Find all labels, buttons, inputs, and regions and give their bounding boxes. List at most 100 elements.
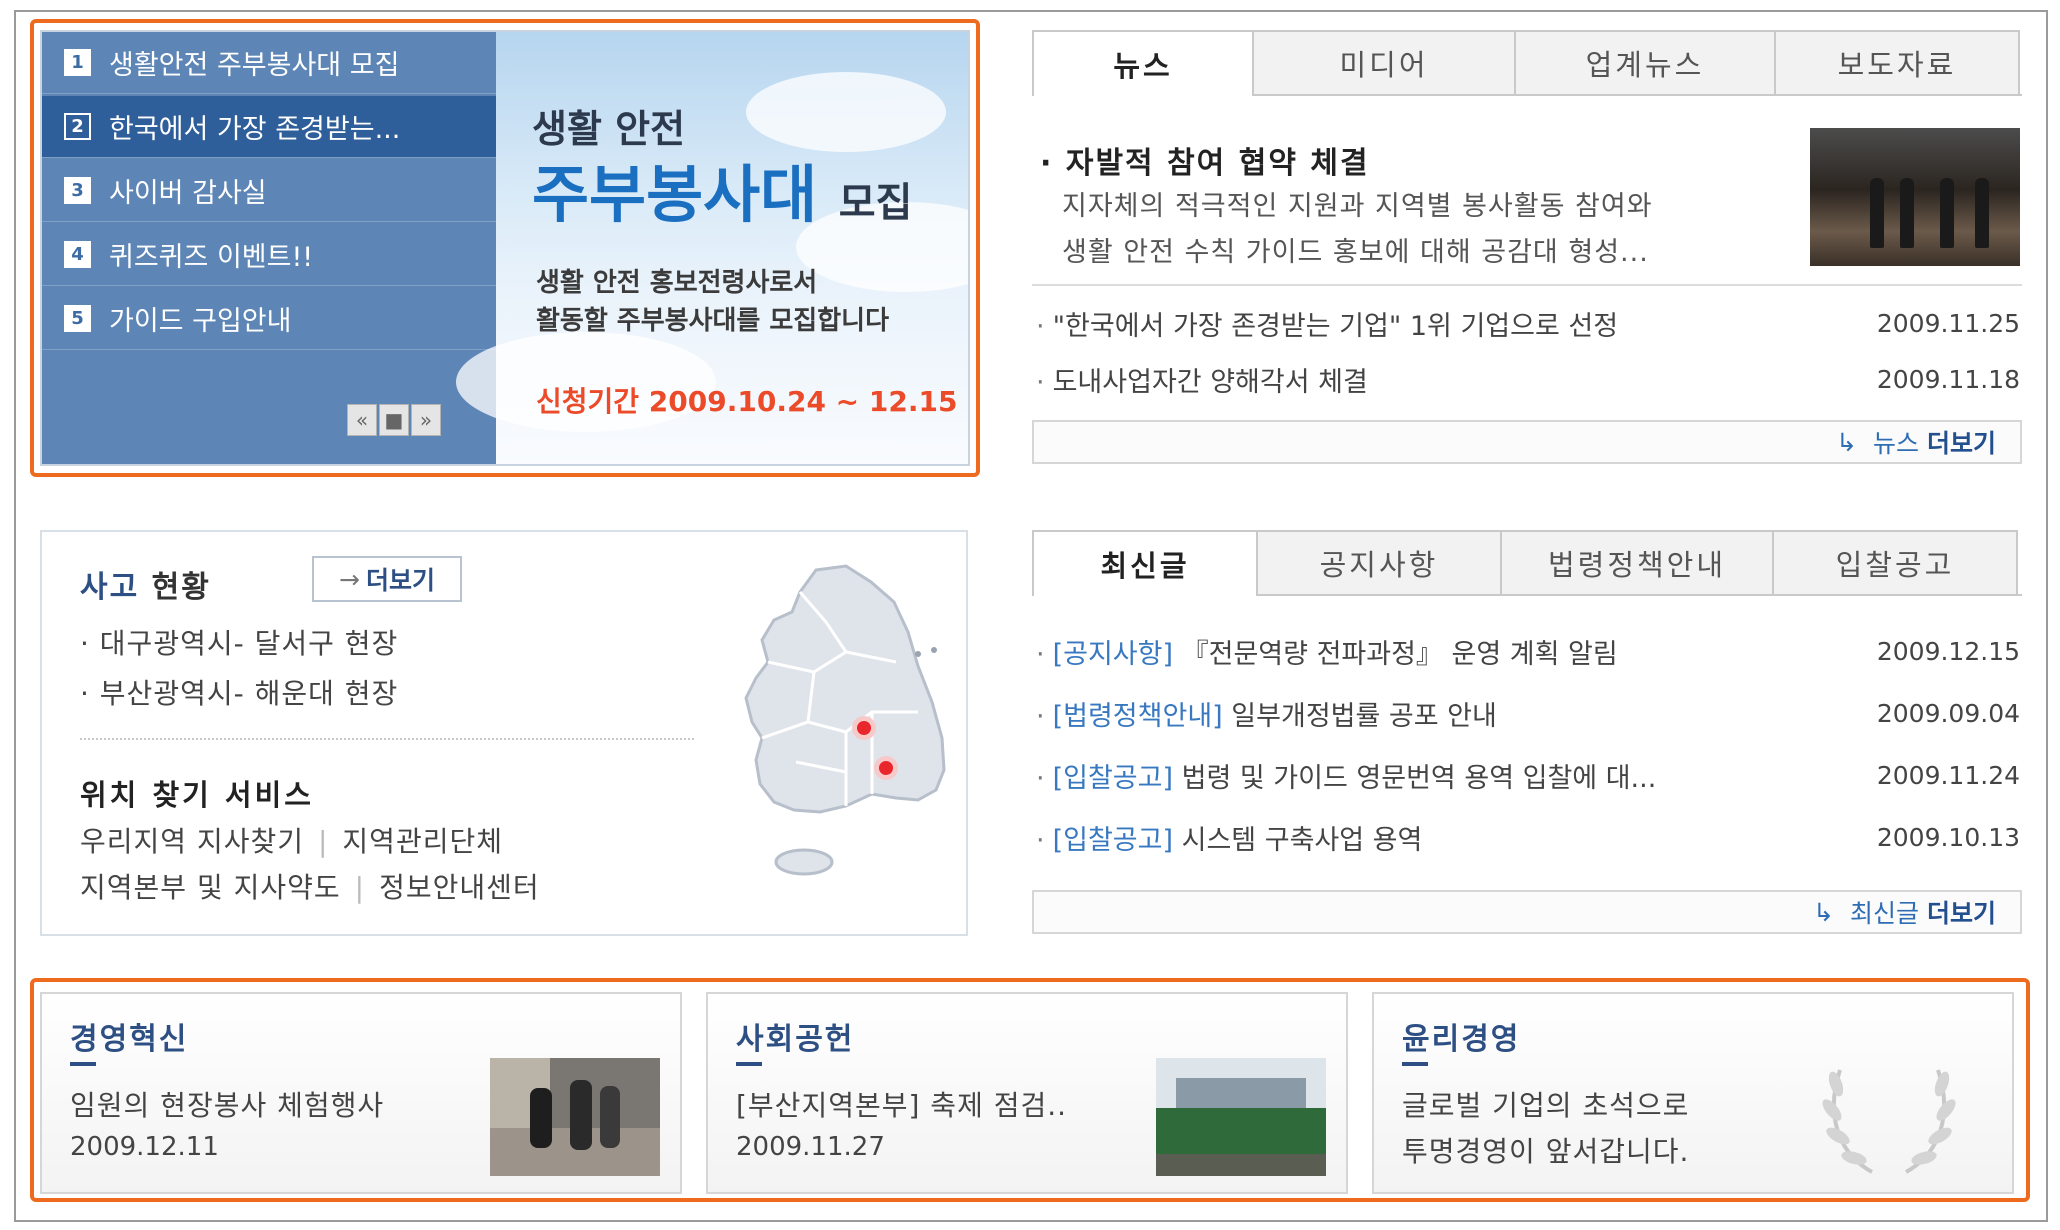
tab-bidding[interactable]: 입찰공고 xyxy=(1772,530,2018,594)
latest-item-date: 2009.10.13 xyxy=(1876,823,2020,852)
banner-headline-suffix: 모집 xyxy=(838,180,913,226)
link-branch-map[interactable]: 지역본부 및 지사약도 xyxy=(80,871,341,904)
accident-item-2[interactable]: · 부산광역시- 해운대 현장 xyxy=(80,672,398,712)
list-item-title-wrap: · [입찰공고] 법령 및 가이드 영문번역 용역 입찰에 대... xyxy=(1036,756,1656,795)
banner-menu-label: 사이버 감사실 xyxy=(109,178,267,209)
news-list-item[interactable]: · 도내사업자간 양해각서 체결 2009.11.18 xyxy=(1036,360,2020,399)
card-title: 윤리경영 xyxy=(1402,1022,1521,1057)
latest-item-title: 『전문역량 전파과정』 운영 계획 알림 xyxy=(1181,639,1618,670)
photo-person xyxy=(530,1088,552,1148)
news-list-item[interactable]: · "한국에서 가장 존경받는 기업" 1위 기업으로 선정 2009.11.25 xyxy=(1036,304,2020,343)
banner-menu-label: 퀴즈퀴즈 이벤트!! xyxy=(109,242,314,273)
map-marker-daegu[interactable] xyxy=(857,721,871,735)
banner-menu-item-3[interactable]: 3 사이버 감사실 xyxy=(42,160,496,222)
latest-list-item[interactable]: · [입찰공고] 시스템 구축사업 용역 2009.10.13 xyxy=(1036,818,2020,857)
number-badge: 2 xyxy=(64,113,91,140)
list-item-title-wrap: · [입찰공고] 시스템 구축사업 용역 xyxy=(1036,818,1422,857)
latest-item-title: 법령 및 가이드 영문번역 용역 입찰에 대... xyxy=(1181,763,1657,794)
card-management-innovation[interactable]: 경영혁신 임원의 현장봉사 체험행사 2009.12.11 xyxy=(40,992,682,1194)
accident-more-button[interactable]: → 더보기 xyxy=(312,556,462,602)
location-links-row2: 지역본부 및 지사약도 | 정보안내센터 xyxy=(80,866,540,906)
list-item-title-wrap: · "한국에서 가장 존경받는 기업" 1위 기업으로 선정 xyxy=(1036,304,1618,343)
photo-figure xyxy=(1975,178,1989,248)
latest-more-prefix: 최신글 xyxy=(1849,899,1919,928)
number-badge: 1 xyxy=(64,49,91,76)
accident-more-label: 더보기 xyxy=(365,566,435,595)
news-feature-title[interactable]: · 자발적 참여 협약 체결 xyxy=(1040,138,1370,182)
return-arrow-icon: ↳ xyxy=(1836,427,1857,457)
news-more-bar[interactable]: ↳ 뉴스 더보기 xyxy=(1032,420,2022,464)
return-arrow-icon: ↳ xyxy=(1813,897,1834,927)
map-marker-busan[interactable] xyxy=(879,761,893,775)
separator: | xyxy=(354,871,366,904)
tab-news[interactable]: 뉴스 xyxy=(1032,30,1254,96)
accident-item-1[interactable]: · 대구광역시- 달서구 현장 xyxy=(80,622,398,662)
laurel-leaf xyxy=(1828,1071,1844,1097)
card-photo-group[interactable] xyxy=(1156,1058,1326,1176)
link-find-branch[interactable]: 우리지역 지사찾기 xyxy=(80,825,304,858)
banner-menu-label: 한국에서 가장 존경받는... xyxy=(109,114,401,145)
tab-law-policy[interactable]: 법령정책안내 xyxy=(1500,530,1774,594)
card-title: 사회공헌 xyxy=(736,1022,855,1057)
tab-latest[interactable]: 최신글 xyxy=(1032,530,1258,596)
laurel-leaf xyxy=(1934,1071,1950,1097)
latest-tabs: 최신글 공지사항 법령정책안내 입찰공고 xyxy=(1032,530,2022,596)
tab-media[interactable]: 미디어 xyxy=(1252,30,1516,94)
korea-map[interactable] xyxy=(696,562,956,918)
photo-figure xyxy=(1900,178,1914,248)
tab-industry-news[interactable]: 업계뉴스 xyxy=(1514,30,1776,94)
news-tabs: 뉴스 미디어 업계뉴스 보도자료 xyxy=(1032,30,2022,96)
prev-button[interactable]: « xyxy=(347,404,377,436)
news-feature-photo[interactable] xyxy=(1810,128,2020,266)
latest-more-bar[interactable]: ↳ 최신글 더보기 xyxy=(1032,890,2022,934)
card-text-line2: 투명경영이 앞서갑니다. xyxy=(1402,1135,1690,1168)
latest-item-title: 시스템 구축사업 용역 xyxy=(1181,825,1423,856)
latest-item-title: 일부개정법률 공포 안내 xyxy=(1231,701,1497,732)
promo-banner: 1 생활안전 주부봉사대 모집 2 한국에서 가장 존경받는... 3 사이버 … xyxy=(40,30,970,466)
accident-title-b: 현황 xyxy=(151,570,211,605)
stop-button[interactable]: ■ xyxy=(379,404,409,436)
jeju-island-shape xyxy=(774,848,834,876)
dotted-divider xyxy=(80,738,694,740)
card-photo-volunteer[interactable] xyxy=(490,1058,660,1176)
bullet: · xyxy=(1036,701,1045,732)
latest-list-item[interactable]: · [공지사항] 『전문역량 전파과정』 운영 계획 알림 2009.12.15 xyxy=(1036,632,2020,671)
ulleung-island-shape xyxy=(915,651,921,657)
photo-figure xyxy=(1940,178,1954,248)
location-service-title: 위치 찾기 서비스 xyxy=(80,778,314,812)
latest-item-category: [입찰공고] xyxy=(1052,763,1174,794)
banner-menu-item-2[interactable]: 2 한국에서 가장 존경받는... xyxy=(42,96,496,158)
number-badge: 4 xyxy=(64,241,91,268)
title-underline xyxy=(70,1062,96,1066)
bullet: · xyxy=(1036,825,1045,856)
tab-press-release[interactable]: 보도자료 xyxy=(1774,30,2020,94)
banner-menu-item-1[interactable]: 1 생활안전 주부봉사대 모집 xyxy=(42,32,496,94)
next-button[interactable]: » xyxy=(411,404,441,436)
card-ethics-management[interactable]: 윤리경영 글로벌 기업의 초석으로 투명경영이 앞서갑니다. xyxy=(1372,992,2014,1194)
dokdo-island-shape xyxy=(931,647,937,653)
arrow-right-icon: → xyxy=(339,564,360,594)
card-text: 임원의 현장봉사 체험행사 xyxy=(70,1089,385,1122)
link-info-center[interactable]: 정보안내센터 xyxy=(379,871,540,904)
banner-headline-big: 주부봉사대 모집 xyxy=(532,144,912,234)
news-more-prefix: 뉴스 xyxy=(1872,429,1919,458)
bullet: · xyxy=(1036,311,1045,342)
card-title: 경영혁신 xyxy=(70,1022,189,1057)
banner-menu: 1 생활안전 주부봉사대 모집 2 한국에서 가장 존경받는... 3 사이버 … xyxy=(42,32,496,464)
banner-menu-item-4[interactable]: 4 퀴즈퀴즈 이벤트!! xyxy=(42,224,496,286)
photo-ground xyxy=(1156,1154,1326,1176)
latest-list-item[interactable]: · [법령정책안내] 일부개정법률 공포 안내 2009.09.04 xyxy=(1036,694,2020,733)
list-item-title-wrap: · [공지사항] 『전문역량 전파과정』 운영 계획 알림 xyxy=(1036,632,1618,671)
separator: | xyxy=(317,825,329,858)
tab-notice[interactable]: 공지사항 xyxy=(1256,530,1502,594)
banner-visual[interactable]: 생활 안전 주부봉사대 모집 생활 안전 홍보전령사로서 활동할 주부봉사대를 … xyxy=(456,32,968,464)
card-text: [부산지역본부] 축제 점검.. xyxy=(736,1089,1068,1122)
banner-menu-item-5[interactable]: 5 가이드 구입안내 xyxy=(42,288,496,350)
banner-desc-line2: 활동할 주부봉사대를 모집합니다 xyxy=(536,306,889,336)
photo-figure xyxy=(1870,178,1884,248)
card-text: 글로벌 기업의 초석으로 xyxy=(1402,1089,1690,1122)
link-regional-org[interactable]: 지역관리단체 xyxy=(342,825,503,858)
news-item-date: 2009.11.18 xyxy=(1876,365,2020,394)
latest-list-item[interactable]: · [입찰공고] 법령 및 가이드 영문번역 용역 입찰에 대... 2009.1… xyxy=(1036,756,2020,795)
card-social-contribution[interactable]: 사회공헌 [부산지역본부] 축제 점검.. 2009.11.27 xyxy=(706,992,1348,1194)
